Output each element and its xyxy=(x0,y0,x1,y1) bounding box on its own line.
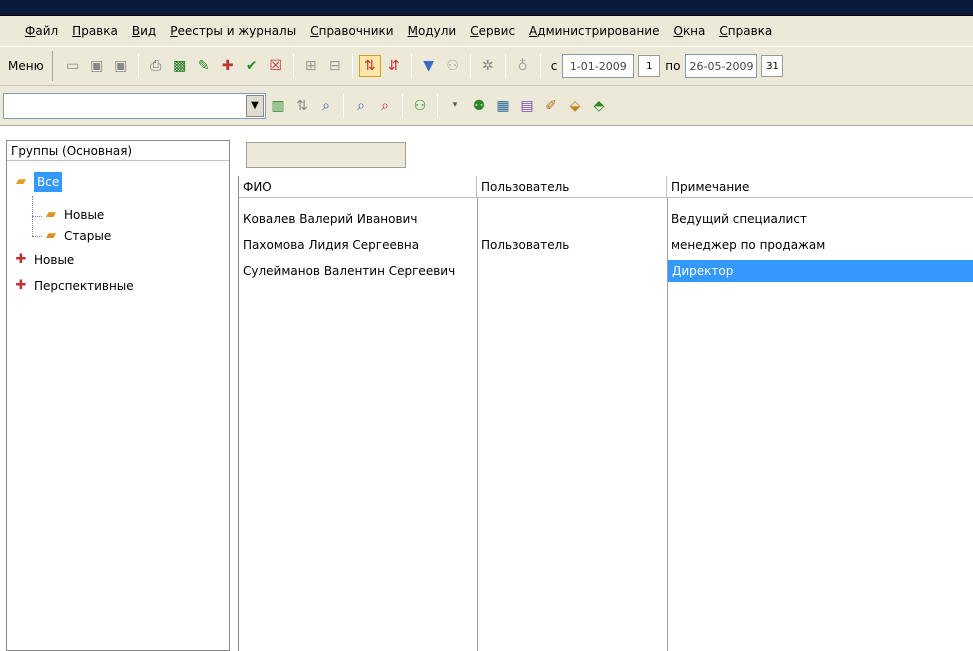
date-from-label: с xyxy=(550,59,558,73)
tree-item-label: Все xyxy=(34,172,63,192)
tree-item-prospective[interactable]: ✚ Перспективные xyxy=(12,276,134,296)
cell-note[interactable]: менеджер по продажам xyxy=(667,234,973,256)
export-icon[interactable]: ⬙ xyxy=(564,95,586,117)
tools-icon[interactable]: ✲ xyxy=(477,55,499,77)
open-icon[interactable]: ▭ xyxy=(62,55,84,77)
column-header-user[interactable]: Пользователь xyxy=(477,176,667,198)
folder-open-icon: ▰ xyxy=(16,174,26,189)
delete-icon[interactable]: ☒ xyxy=(265,55,287,77)
cell-user[interactable] xyxy=(477,208,667,230)
menu-edit[interactable]: Правка xyxy=(65,16,125,46)
toolbar-separator xyxy=(292,54,294,78)
cell-note-selected[interactable]: Директор xyxy=(668,260,973,282)
tree-item-new-sub[interactable]: ▰ Новые xyxy=(42,205,104,225)
dropdown-small-icon[interactable]: ▾ xyxy=(444,95,466,117)
tree-connector xyxy=(32,236,42,237)
cell-fio[interactable]: Пахомова Лидия Сергеевна xyxy=(239,234,477,256)
date-to-field[interactable]: 26-05-2009 xyxy=(685,54,758,78)
column-header-fio[interactable]: ФИО xyxy=(239,176,477,198)
save-icon[interactable]: ▣ xyxy=(86,55,108,77)
main-toolbar: Меню ▭ ▣ ▣ ⎙ ▩ ✎ ✚ ✔ ☒ ⊞ ⊟ ⇅ ⇵ ▼ ⚇ ✲ ♁ с… xyxy=(0,46,973,86)
plus-box-icon: ✚ xyxy=(15,252,27,267)
tree-item-new[interactable]: ✚ Новые xyxy=(12,250,75,270)
menu-service[interactable]: Сервис xyxy=(463,16,522,46)
plus-box-icon: ✚ xyxy=(15,278,27,293)
search-icon[interactable]: ⌕ xyxy=(315,95,337,117)
folder-new-icon: ▰ xyxy=(46,207,56,222)
import-icon[interactable]: ⬘ xyxy=(588,95,610,117)
date-from-field[interactable]: 1-01-2009 xyxy=(562,54,635,78)
tree-collapse-icon[interactable]: ⊟ xyxy=(324,55,346,77)
menu-file[interactable]: Файл xyxy=(18,16,65,46)
sort-asc-icon[interactable]: ⇅ xyxy=(358,55,381,77)
toolbar-separator xyxy=(469,54,471,78)
search-next-icon[interactable]: ⌕ xyxy=(350,95,372,117)
excel-icon[interactable]: ▩ xyxy=(169,55,191,77)
people-icon[interactable]: ⚉ xyxy=(468,95,490,117)
menu-registers[interactable]: Реестры и журналы xyxy=(163,16,303,46)
window-titlebar xyxy=(0,0,973,16)
toolbar-separator xyxy=(351,54,353,78)
toolbar-separator xyxy=(402,93,403,118)
tree-item-label: Старые xyxy=(64,229,112,243)
sort-icon[interactable]: ⇅ xyxy=(291,95,313,117)
cell-user[interactable]: Пользователь xyxy=(477,234,667,256)
tree-item-label: Новые xyxy=(34,253,75,267)
selector-combobox[interactable]: ▼ xyxy=(3,92,266,119)
toolbar-separator xyxy=(343,93,344,118)
menu-references[interactable]: Справочники xyxy=(303,16,400,46)
edit-pencil-icon[interactable]: ✎ xyxy=(193,55,215,77)
menu-button[interactable]: Меню xyxy=(0,51,53,81)
filter-icon[interactable]: ▼ xyxy=(418,55,440,77)
tree-item-label: Перспективные xyxy=(34,279,134,293)
card-icon[interactable]: ▤ xyxy=(516,95,538,117)
users-icon[interactable]: ⚇ xyxy=(442,55,464,77)
tree-item-label: Новые xyxy=(64,208,105,222)
menu-modules[interactable]: Модули xyxy=(401,16,464,46)
menu-help[interactable]: Справка xyxy=(712,16,779,46)
calendar-to-icon[interactable]: 31 xyxy=(761,55,784,77)
toolbar-separator xyxy=(410,54,412,78)
menu-view[interactable]: Вид xyxy=(125,16,163,46)
column-header-note[interactable]: Примечание xyxy=(667,176,973,198)
chevron-down-icon[interactable]: ▼ xyxy=(246,94,264,117)
cell-user[interactable] xyxy=(477,260,667,282)
toolbar-separator xyxy=(437,93,438,118)
menu-admin[interactable]: Администрирование xyxy=(522,16,666,46)
save-all-icon[interactable]: ▣ xyxy=(110,55,132,77)
secondary-toolbar: ▼ ▥ ⇅ ⌕ ⌕ ⌕ ⚇ ▾ ⚉ ▦ ▤ ✐ ⬙ ⬘ xyxy=(0,86,973,126)
menu-bar: Файл Правка Вид Реестры и журналы Справо… xyxy=(0,16,973,46)
tree-item-all[interactable]: ▰ Все xyxy=(12,172,63,192)
toolbar-separator xyxy=(504,54,506,78)
bulb-icon[interactable]: ♁ xyxy=(512,55,534,77)
user-icon[interactable]: ⚇ xyxy=(409,95,431,117)
toolbar-separator xyxy=(137,54,139,78)
contacts-grid: ФИО Пользователь Примечание Ковалев Вале… xyxy=(238,176,973,651)
print-icon[interactable]: ⎙ xyxy=(145,55,167,77)
calendar-from-icon[interactable]: 1 xyxy=(638,55,661,77)
check-icon[interactable]: ✔ xyxy=(241,55,263,77)
tree-connector xyxy=(32,216,42,217)
cell-fio[interactable]: Сулейманов Валентин Сергеевич xyxy=(239,260,477,282)
search-clear-icon[interactable]: ⌕ xyxy=(374,95,396,117)
pen-icon[interactable]: ✐ xyxy=(540,95,562,117)
cell-note[interactable]: Ведущий специалист xyxy=(667,208,973,230)
menu-windows[interactable]: Окна xyxy=(666,16,712,46)
tree-item-old-sub[interactable]: ▰ Старые xyxy=(42,226,111,246)
quick-filter-field[interactable] xyxy=(246,142,406,168)
report-icon[interactable]: ▥ xyxy=(267,95,289,117)
tree-expand-icon[interactable]: ⊞ xyxy=(300,55,322,77)
toolbar-separator xyxy=(539,54,541,78)
date-to-label: по xyxy=(665,59,681,73)
calendar-clock-icon[interactable]: ▦ xyxy=(492,95,514,117)
folder-new-icon: ▰ xyxy=(46,228,56,243)
sort-desc-icon[interactable]: ⇵ xyxy=(383,55,405,77)
groups-title: Группы (Основная) xyxy=(7,141,229,161)
add-icon[interactable]: ✚ xyxy=(217,55,239,77)
cell-fio[interactable]: Ковалев Валерий Иванович xyxy=(239,208,477,230)
